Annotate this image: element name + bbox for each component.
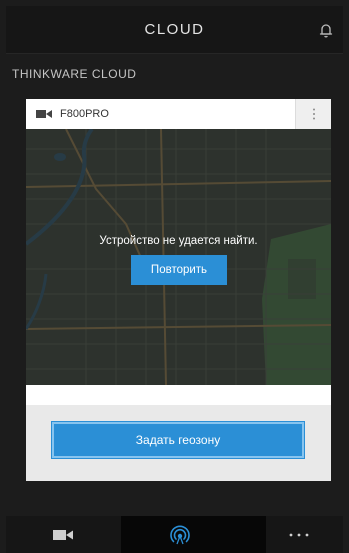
set-geofence-button[interactable]: Задать геозону: [52, 422, 304, 458]
device-card-header[interactable]: F800PRO: [26, 99, 331, 129]
retry-button[interactable]: Повторить: [131, 255, 227, 285]
top-bar: CLOUD: [6, 6, 343, 54]
more-horizontal-icon: [289, 533, 309, 537]
page-title: CLOUD: [144, 21, 205, 38]
nav-item-more[interactable]: [266, 516, 343, 553]
map-view[interactable]: Устройство не удается найти. Повторить: [26, 129, 331, 385]
device-status-message: Устройство не удается найти.: [99, 235, 258, 247]
device-menu-button[interactable]: [295, 99, 331, 129]
nav-item-cloud[interactable]: [121, 516, 266, 553]
bottom-navigation: [6, 516, 343, 553]
video-camera-icon: [53, 530, 73, 540]
card-footer-strip: [26, 385, 331, 405]
bell-icon[interactable]: [317, 21, 335, 39]
more-vertical-icon: [313, 108, 315, 120]
device-name: F800PRO: [60, 108, 109, 120]
device-card: F800PRO Устройство не удается найти. Пов…: [26, 99, 331, 481]
section-title: THINKWARE CLOUD: [12, 67, 137, 81]
cloud-screen: CLOUD THINKWARE CLOUD F800PRO Устройство…: [0, 0, 349, 553]
camera-icon: [36, 110, 52, 118]
nav-item-video[interactable]: [6, 516, 121, 553]
cloud-signal-icon: [170, 525, 190, 545]
